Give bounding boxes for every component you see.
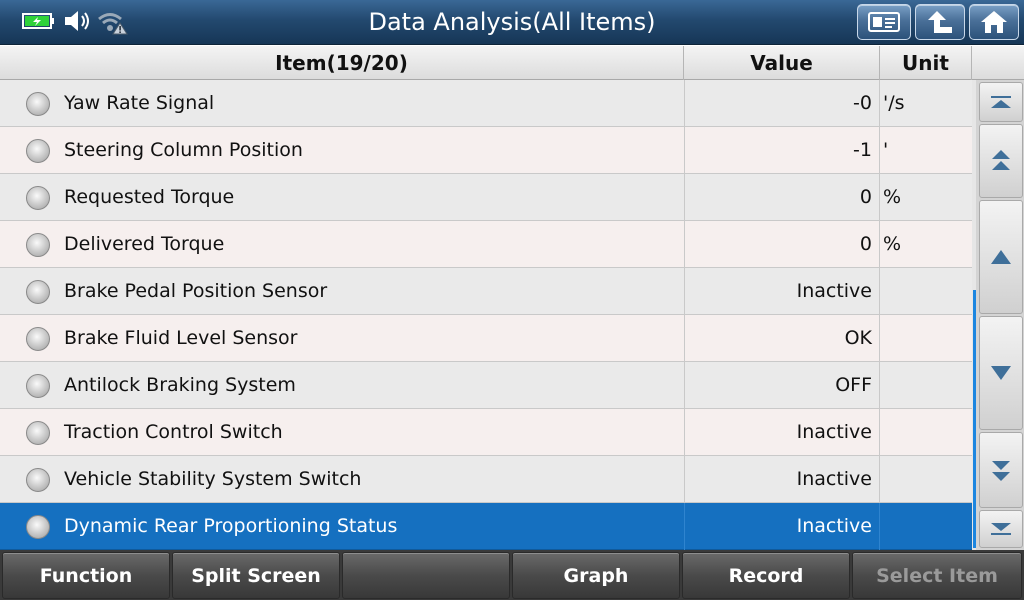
row-value: Inactive [684,456,880,503]
row-radio-icon[interactable] [26,421,50,445]
column-header-value: Value [684,46,880,80]
row-radio-icon[interactable] [26,139,50,163]
double-chevron-down-icon [992,461,1010,481]
row-radio-icon[interactable] [26,468,50,492]
table-row[interactable]: Antilock Braking System OFF [0,362,972,409]
table-row[interactable]: Requested Torque 0% [0,174,972,221]
home-button[interactable] [969,4,1019,40]
row-item-name: Brake Pedal Position Sensor [64,280,328,302]
row-unit [880,315,972,362]
table-header: Item(19/20) Value Unit [0,46,1024,80]
table-row[interactable]: Vehicle Stability System Switch Inactive [0,456,972,503]
row-unit: ' [883,139,889,161]
graph-button[interactable]: Graph [512,552,680,599]
row-value: Inactive [684,503,880,550]
split-screen-button[interactable]: Split Screen [172,552,340,599]
row-value: -1 [684,127,880,174]
scroll-bottom-button[interactable] [979,510,1023,548]
page-down-button[interactable] [979,432,1023,508]
column-header-item: Item(19/20) [0,46,684,80]
row-radio-icon[interactable] [26,280,50,304]
page-up-button[interactable] [979,124,1023,198]
row-radio-icon[interactable] [26,92,50,116]
row-item-name: Requested Torque [64,186,235,208]
row-unit: % [883,186,902,208]
row-radio-icon[interactable] [26,233,50,257]
row-radio-icon[interactable] [26,374,50,398]
row-radio-icon[interactable] [26,327,50,351]
row-unit [880,456,972,503]
scroll-to-top-icon [991,96,1011,108]
table-row[interactable]: Yaw Rate Signal -0 '/s [0,80,972,127]
row-value: 0 [684,174,880,221]
table-row[interactable]: Brake Pedal Position Sensor Inactive [0,268,972,315]
bottom-toolbar: Function Split Screen Graph Record Selec… [0,550,1024,600]
battery-charging-icon [22,13,54,29]
row-item-name: Yaw Rate Signal [64,92,215,114]
record-button[interactable]: Record [682,552,850,599]
row-item-name: Traction Control Switch [64,421,283,443]
home-icon [981,11,1007,33]
report-button[interactable] [857,4,911,40]
row-value: OK [684,315,880,362]
scrollbar-thumb[interactable] [973,290,976,548]
title-bar: Data Analysis(All Items) [0,0,1024,45]
row-item-name: Delivered Torque [64,233,225,255]
chevron-up-icon [991,250,1011,264]
select-item-button[interactable]: Select Item [852,552,1022,599]
column-header-blank [972,46,1024,80]
row-item-name: Dynamic Rear Proportioning Status [64,515,398,537]
row-item-name: Vehicle Stability System Switch [64,468,362,490]
report-icon [868,12,900,32]
row-item-name: Antilock Braking System [64,374,296,396]
scroll-to-bottom-icon [991,523,1011,535]
function-button[interactable]: Function [2,552,170,599]
back-button[interactable] [915,4,965,40]
data-table: Yaw Rate Signal -0 '/s Steering Column Posi… [0,80,972,550]
table-row[interactable]: Delivered Torque 0% [0,221,972,268]
blank-button[interactable] [342,552,510,599]
column-header-unit: Unit [880,46,972,80]
row-value: -0 [684,80,880,127]
back-arrow-icon [928,11,952,33]
table-row[interactable]: Steering Column Position -1 ' [0,127,972,174]
row-radio-icon[interactable] [26,186,50,210]
row-unit [880,409,972,456]
row-unit: '/s [883,92,905,114]
table-row[interactable]: Dynamic Rear Proportioning Status Inactiv… [0,503,972,550]
row-value: Inactive [684,268,880,315]
row-unit [880,268,972,315]
scroll-up-button[interactable] [979,200,1023,314]
speaker-icon [65,11,89,31]
row-value: Inactive [684,409,880,456]
row-item-name: Steering Column Position [64,139,303,161]
double-chevron-up-icon [992,150,1010,170]
row-unit: % [883,233,902,255]
chevron-down-icon [991,366,1011,380]
scroll-down-button[interactable] [979,316,1023,430]
row-unit [880,503,972,550]
table-row[interactable]: Traction Control Switch Inactive [0,409,972,456]
table-row[interactable]: Brake Fluid Level Sensor OK [0,315,972,362]
row-unit [880,362,972,409]
row-value: OFF [684,362,880,409]
page-title: Data Analysis(All Items) [368,8,656,36]
row-radio-icon[interactable] [26,515,50,539]
wifi-warning-icon [98,13,128,35]
row-item-name: Brake Fluid Level Sensor [64,327,298,349]
scroll-top-button[interactable] [979,82,1023,122]
row-value: 0 [684,221,880,268]
